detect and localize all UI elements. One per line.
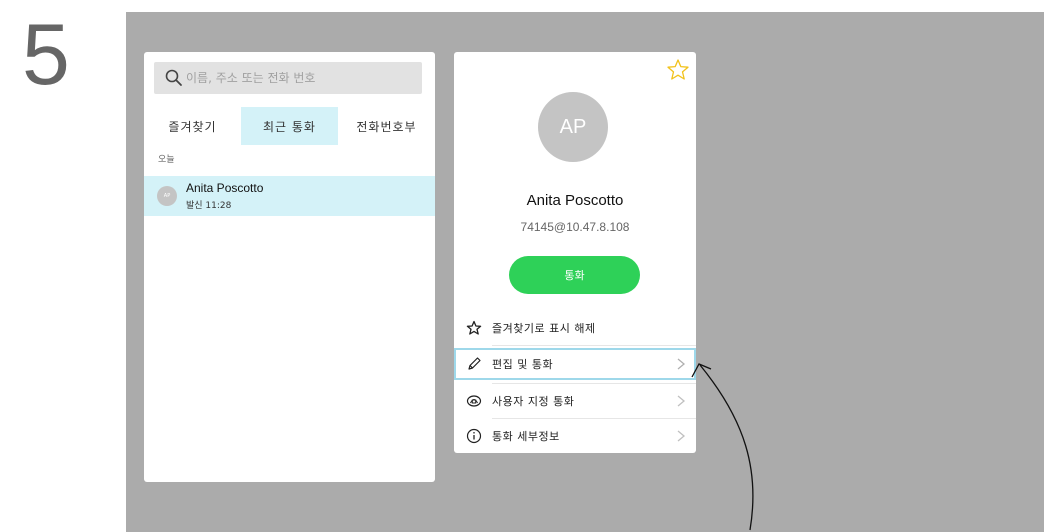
info-icon: [466, 428, 482, 444]
tab-bar: 즐겨찾기 최근 통화 전화번호부: [144, 107, 435, 145]
search-icon: [165, 69, 182, 86]
menu-item-label: 편집 및 통화: [492, 358, 554, 371]
search-input[interactable]: [186, 62, 416, 94]
avatar: AP: [538, 92, 608, 162]
menu-item-custom-call[interactable]: 사용자 지정 통화: [454, 385, 696, 417]
tab-label: 전화번호부: [356, 119, 417, 134]
menu-item-edit-and-call[interactable]: 편집 및 통화: [454, 348, 696, 380]
avatar: AP: [157, 186, 177, 206]
menu-item-label: 즐겨찾기로 표시 해제: [492, 322, 596, 335]
tab-label: 즐겨찾기: [168, 119, 217, 134]
chevron-right-icon: [677, 395, 686, 407]
chevron-right-icon: [677, 430, 686, 442]
contact-address: 74145@10.47.8.108: [520, 220, 630, 234]
list-item[interactable]: AP Anita Poscotto 발신 11:28: [144, 176, 435, 216]
custom-call-icon: [466, 395, 482, 407]
list-item-detail: 발신 11:28: [186, 201, 232, 211]
contact-card: AP Anita Poscotto 74145@10.47.8.108 통화 즐…: [454, 52, 696, 453]
tab-recents[interactable]: 최근 통화: [241, 107, 338, 145]
contact-name: Anita Poscotto: [526, 192, 624, 209]
menu-item-call-details[interactable]: 통화 세부정보: [454, 420, 696, 452]
tab-favorites[interactable]: 즐겨찾기: [144, 107, 241, 145]
star-icon[interactable]: [666, 58, 690, 82]
menu-item-label: 통화 세부정보: [492, 430, 560, 443]
divider: [492, 345, 696, 346]
search-bar[interactable]: [154, 62, 422, 94]
tab-label: 최근 통화: [263, 119, 316, 134]
step-number: 5: [22, 7, 70, 103]
chevron-right-icon: [677, 358, 686, 370]
list-item-name: Anita Poscotto: [186, 181, 264, 195]
menu-item-unfavorite[interactable]: 즐겨찾기로 표시 해제: [454, 312, 696, 344]
menu-item-label: 사용자 지정 통화: [492, 395, 575, 408]
divider: [492, 418, 696, 419]
recents-panel: 즐겨찾기 최근 통화 전화번호부 오늘 AP Anita Poscotto 발신…: [144, 52, 435, 482]
divider: [492, 383, 696, 384]
call-button[interactable]: 통화: [509, 256, 640, 294]
section-label-today: 오늘: [158, 155, 175, 165]
tab-directory[interactable]: 전화번호부: [338, 107, 435, 145]
pencil-icon: [468, 357, 481, 370]
device-screen: 즐겨찾기 최근 통화 전화번호부 오늘 AP Anita Poscotto 발신…: [126, 12, 1044, 532]
star-icon: [466, 320, 482, 335]
